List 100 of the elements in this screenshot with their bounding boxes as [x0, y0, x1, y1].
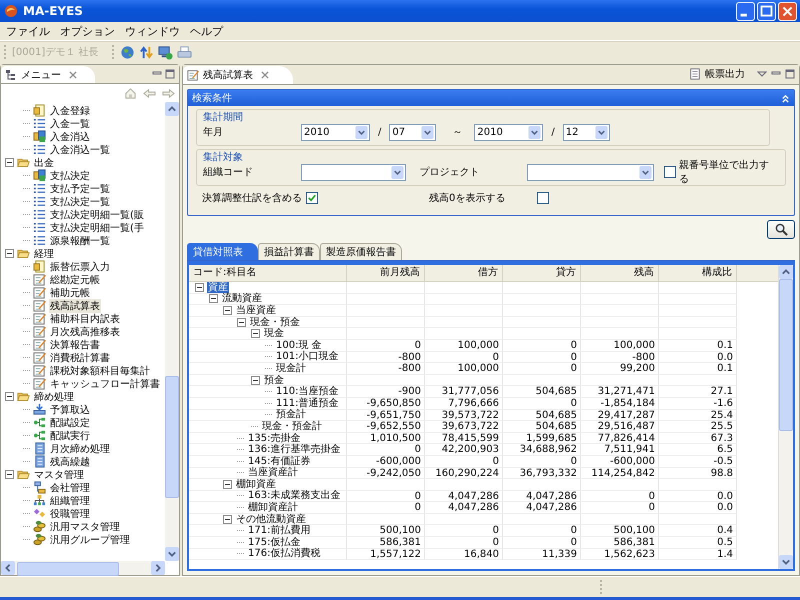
column-header[interactable]: 構成比	[659, 265, 737, 281]
close-icon[interactable]	[261, 71, 269, 79]
menu-entry[interactable]: 決算報告書	[49, 338, 101, 352]
scroll-left-icon[interactable]	[1, 561, 15, 575]
menu-entry[interactable]: 残高試算表	[49, 298, 101, 312]
account-name[interactable]: 176:仮払消費税	[247, 548, 322, 560]
globe-icon[interactable]	[120, 44, 136, 60]
account-name[interactable]: 当座資産計	[247, 467, 299, 478]
account-name[interactable]: 110:当座預金	[275, 386, 340, 398]
menu-entry[interactable]: 振替伝票入力	[49, 260, 111, 274]
collapse-icon[interactable]	[5, 470, 14, 479]
search-button[interactable]	[767, 220, 795, 239]
scrollbar[interactable]	[778, 265, 793, 569]
minimize-icon[interactable]	[736, 2, 755, 20]
collapse-icon[interactable]	[223, 306, 232, 315]
menu-entry[interactable]: 役職管理	[49, 506, 91, 520]
menu-entry[interactable]: 支払決定	[49, 168, 91, 182]
menu-entry[interactable]: 補助科目内訳表	[49, 312, 121, 326]
menu-entry[interactable]: 予算取込	[49, 402, 91, 416]
account-name[interactable]: 163:未成業務支出金	[247, 490, 342, 502]
account-name[interactable]: 預金	[263, 374, 285, 386]
collapse-icon[interactable]	[5, 392, 14, 401]
account-name[interactable]: 現金・預金計	[261, 420, 323, 432]
scrollbar[interactable]	[1, 561, 165, 575]
scroll-up-icon[interactable]	[779, 265, 793, 279]
menu-entry[interactable]: 源泉報酬一覧	[49, 234, 111, 248]
menu-item[interactable]: オプション	[56, 24, 121, 38]
collapse-icon[interactable]	[5, 158, 14, 167]
menu-entry[interactable]: 入金消込	[49, 130, 91, 144]
account-name[interactable]: 現金	[263, 328, 285, 340]
menu-entry[interactable]: 配賦実行	[49, 428, 91, 442]
account-name[interactable]: 101:小口現金	[275, 351, 340, 362]
menu-entry[interactable]: 支払予定一覧	[49, 182, 111, 196]
menu-entry[interactable]: 組織管理	[49, 494, 91, 508]
menu-entry[interactable]: 入金一覧	[49, 116, 91, 130]
menu-entry[interactable]: 残高繰越	[49, 454, 91, 468]
menu-entry[interactable]: 支払決定明細一覧(手	[49, 220, 145, 234]
account-name[interactable]: 現金・預金	[249, 316, 301, 328]
menu-item[interactable]: ファイル	[2, 24, 56, 38]
column-header[interactable]: コード:科目名	[189, 265, 347, 281]
menu-entry[interactable]: 補助元帳	[49, 286, 91, 300]
scroll-thumb[interactable]	[17, 562, 119, 576]
report-output-button[interactable]: 帳票出力	[689, 67, 753, 81]
column-header[interactable]: 残高	[581, 265, 659, 281]
account-name[interactable]: 145:有価証券	[247, 456, 312, 467]
year-dropdown[interactable]: 2010	[474, 124, 544, 140]
scrollbar[interactable]	[165, 102, 179, 561]
account-name[interactable]: その他流動資産	[235, 514, 307, 525]
monitor-refresh-icon[interactable]	[158, 44, 174, 60]
checkbox[interactable]	[537, 192, 549, 204]
column-header[interactable]: 貸方	[503, 265, 581, 281]
report-tab[interactable]: 製造原価報告書	[320, 243, 402, 260]
account-name[interactable]: 111:普通預金	[275, 398, 340, 409]
account-name[interactable]: 現金計	[275, 362, 307, 374]
menu-folder[interactable]: マスタ管理	[33, 468, 85, 482]
menu-entry[interactable]: 総勘定元帳	[49, 272, 101, 286]
column-header[interactable]: 前月残高	[347, 265, 425, 281]
menu-view-tab[interactable]: メニュー	[1, 66, 95, 83]
menu-entry[interactable]: 消費税計算書	[49, 350, 111, 364]
scroll-thumb[interactable]	[165, 376, 179, 498]
scroll-down-icon[interactable]	[165, 547, 179, 561]
scroll-down-icon[interactable]	[779, 555, 793, 569]
collapse-icon[interactable]	[209, 294, 218, 304]
scroll-up-icon[interactable]	[165, 102, 179, 116]
menu-entry[interactable]: 入金消込一覧	[49, 142, 111, 156]
menu-entry[interactable]: 汎用マスタ管理	[49, 520, 121, 534]
maximize-icon[interactable]	[165, 69, 175, 79]
menu-entry[interactable]: 会社管理	[49, 480, 91, 494]
account-name[interactable]: 預金計	[275, 409, 307, 420]
collapse-icon[interactable]	[223, 514, 232, 524]
column-header[interactable]: 借方	[425, 265, 503, 281]
menu-entry[interactable]: 配賦設定	[49, 416, 91, 430]
editor-tab[interactable]: 残高試算表	[183, 66, 293, 84]
maximize-icon[interactable]	[785, 69, 795, 79]
menu-entry[interactable]: 支払決定明細一覧(販	[49, 208, 145, 222]
project-dropdown[interactable]	[527, 164, 654, 180]
swap-arrows-icon[interactable]	[139, 44, 154, 60]
account-name[interactable]: 資産	[207, 282, 229, 293]
printer-icon[interactable]	[177, 44, 192, 60]
view-menu-icon[interactable]	[757, 69, 767, 79]
collapse-icon[interactable]	[251, 329, 260, 338]
account-name[interactable]: 100:現 金	[275, 340, 323, 351]
menu-folder[interactable]: 出金	[33, 156, 55, 170]
year-dropdown[interactable]: 2010	[301, 124, 370, 140]
menu-folder[interactable]: 経理	[33, 246, 55, 260]
menu-entry[interactable]: 課税対象額科目毎集計	[49, 364, 151, 378]
menu-entry[interactable]: キャッシュフロー計算書	[49, 376, 161, 390]
account-name[interactable]: 当座資産	[235, 304, 277, 316]
menu-item[interactable]: ヘルプ	[186, 24, 229, 38]
report-tab[interactable]: 損益計算書	[258, 243, 320, 260]
menu-entry[interactable]: 月次締め処理	[49, 442, 111, 456]
organization-dropdown[interactable]	[300, 164, 406, 180]
collapse-icon[interactable]	[251, 376, 260, 385]
account-name[interactable]: 175:仮払金	[247, 536, 302, 548]
report-tab[interactable]: 貸借対照表	[187, 243, 258, 260]
menu-entry[interactable]: 支払決定一覧	[49, 194, 111, 208]
scroll-right-icon[interactable]	[151, 561, 165, 575]
menu-entry[interactable]: 月次残高推移表	[49, 324, 121, 338]
collapse-icon[interactable]	[223, 480, 232, 489]
collapse-icon[interactable]	[237, 318, 246, 327]
